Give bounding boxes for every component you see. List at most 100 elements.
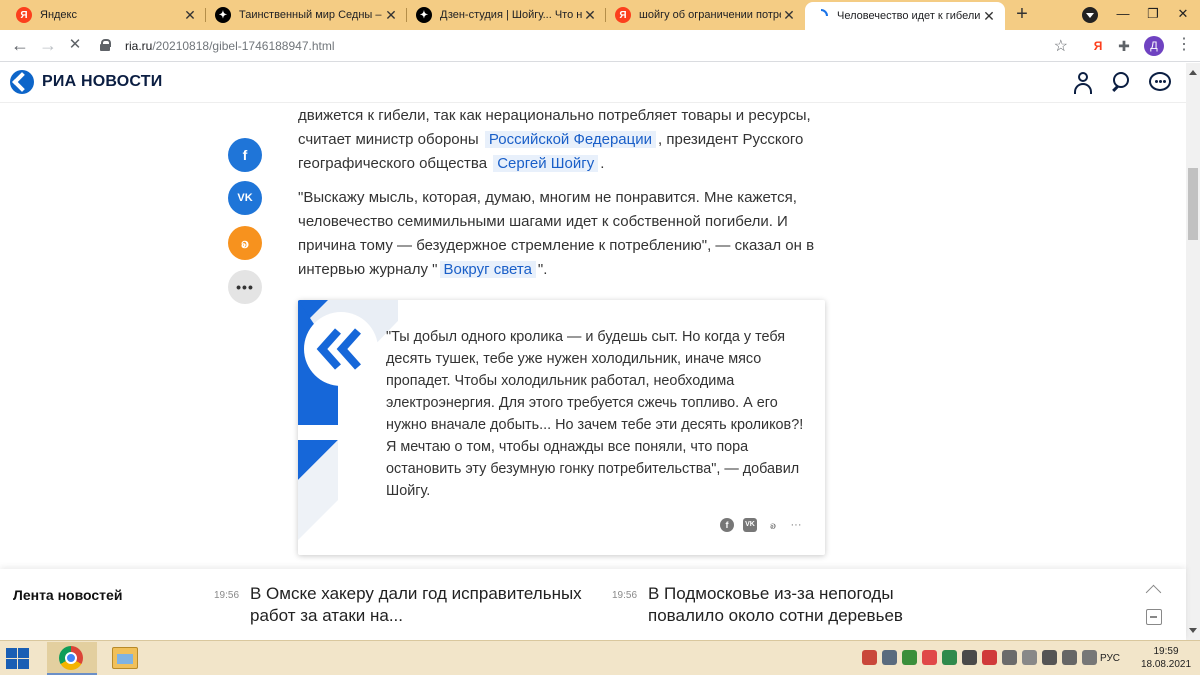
odnoklassniki-icon[interactable]: ꭷ <box>766 518 780 532</box>
tray-icon[interactable] <box>1042 650 1057 665</box>
tab-title: Дзен-студия | Шойгу... Что на <box>440 9 582 21</box>
vk-icon[interactable]: VK <box>743 518 757 532</box>
news-time: 19:56 <box>612 590 638 601</box>
close-window-button[interactable]: ✕ <box>1165 0 1200 30</box>
share-odnoklassniki-button[interactable]: ꭷ <box>228 226 262 260</box>
system-tray <box>862 650 1097 665</box>
zen-icon: ✦ <box>416 7 432 23</box>
tab-yandex-search[interactable]: Я шойгу об ограничении потре ✕ <box>607 0 805 30</box>
new-tab-button[interactable]: + <box>1011 4 1033 26</box>
user-icon[interactable] <box>1071 71 1095 95</box>
tray-icon[interactable] <box>982 650 997 665</box>
paragraph-text: "Выскажу мысль, которая, думаю, многим н… <box>298 189 815 278</box>
back-button[interactable]: ← <box>8 34 32 58</box>
tray-icon[interactable] <box>902 650 917 665</box>
chrome-icon <box>59 646 83 670</box>
tray-icon[interactable] <box>922 650 937 665</box>
tab-search-button[interactable] <box>1082 7 1098 23</box>
more-icon: ••• <box>236 279 254 295</box>
tray-icon[interactable] <box>862 650 877 665</box>
ria-logo[interactable]: РИА НОВОСТИ <box>10 70 162 94</box>
article-paragraph: движется к гибели, так как нерационально… <box>298 104 828 176</box>
tab-title: шойгу об ограничении потре <box>639 9 781 21</box>
share-vk-button[interactable]: VK <box>228 181 262 215</box>
loading-icon <box>813 8 829 24</box>
quote-text: "Ты добыл одного кролика — и будешь сыт.… <box>386 329 804 499</box>
zen-icon: ✦ <box>215 7 231 23</box>
close-icon[interactable]: ✕ <box>383 7 399 24</box>
logo-text: РИА НОВОСТИ <box>42 73 163 90</box>
windows-taskbar: РУС 19:59 18.08.2021 <box>0 640 1200 675</box>
article-paragraph: "Выскажу мысль, которая, думаю, многим н… <box>298 186 828 282</box>
tray-icon[interactable] <box>1022 650 1037 665</box>
lock-icon[interactable] <box>100 39 111 51</box>
news-time: 19:56 <box>214 590 240 601</box>
close-icon[interactable]: ✕ <box>781 7 797 24</box>
share-facebook-button[interactable]: f <box>228 138 262 172</box>
tray-icon[interactable] <box>1002 650 1017 665</box>
profile-avatar[interactable]: Д <box>1144 36 1164 56</box>
file-explorer-icon[interactable] <box>112 647 138 669</box>
article-body: движется к гибели, так как нерационально… <box>298 104 828 292</box>
extensions-puzzle-icon[interactable]: ✚ <box>1114 36 1134 56</box>
clock-date: 18.08.2021 <box>1140 659 1192 670</box>
browser-menu-icon[interactable]: ⋮ <box>1176 35 1192 55</box>
url-text: ria.ru/20210818/gibel-1746188947.html <box>125 39 335 53</box>
yandex-icon: Я <box>16 7 32 23</box>
taskbar-chrome-button[interactable] <box>47 642 97 675</box>
scroll-thumb[interactable] <box>1188 168 1198 240</box>
quote-icon <box>304 312 378 386</box>
more-icon[interactable]: ··· <box>789 518 803 532</box>
tab-sedna[interactable]: ✦ Таинственный мир Седны – с ✕ <box>207 0 407 30</box>
browser-tab-strip: Я Яндекс ✕ ✦ Таинственный мир Седны – с … <box>0 0 1200 30</box>
address-bar[interactable]: ria.ru/20210818/gibel-1746188947.html ☆ <box>90 33 1080 59</box>
share-more-button[interactable]: ••• <box>228 270 262 304</box>
news-ticker: Лента новостей 19:56 В Омске хакеру дали… <box>0 569 1186 640</box>
scroll-up-arrow[interactable] <box>1189 66 1197 75</box>
tray-icon[interactable] <box>882 650 897 665</box>
page-scrollbar[interactable] <box>1186 63 1200 640</box>
tray-icon[interactable] <box>942 650 957 665</box>
close-icon[interactable]: ✕ <box>981 8 997 25</box>
volume-icon[interactable] <box>1082 650 1097 665</box>
taskbar-clock[interactable]: 19:59 18.08.2021 <box>1136 645 1196 671</box>
windows-start-icon[interactable] <box>6 648 30 670</box>
yandex-icon: Я <box>615 7 631 23</box>
network-icon[interactable] <box>1062 650 1077 665</box>
ria-logo-icon <box>10 70 34 94</box>
yandex-extension-icon[interactable]: Я <box>1088 36 1108 56</box>
facebook-icon: f <box>242 147 248 163</box>
tab-title: Таинственный мир Седны – с <box>239 9 383 21</box>
news-item-headline[interactable]: В Омске хакеру дали год исправительных р… <box>250 583 590 627</box>
paragraph-text: ". <box>537 261 548 278</box>
chevron-up-icon[interactable] <box>1145 585 1163 595</box>
collapse-icon[interactable] <box>1146 609 1162 625</box>
close-icon[interactable]: ✕ <box>582 7 598 24</box>
tag-link-vokrug-sveta[interactable]: Вокруг света <box>439 261 536 278</box>
chat-icon[interactable] <box>1148 71 1172 95</box>
quote-card: "Ты добыл одного кролика — и будешь сыт.… <box>298 300 825 555</box>
paragraph-text: . <box>600 155 605 172</box>
ticker-title[interactable]: Лента новостей <box>13 587 122 603</box>
facebook-icon[interactable]: f <box>720 518 734 532</box>
close-icon[interactable]: ✕ <box>182 7 198 24</box>
tab-title: Человечество идет к гибели <box>837 10 981 22</box>
tag-link-sergey-shoigu[interactable]: Сергей Шойгу <box>493 155 599 172</box>
search-icon[interactable] <box>1110 71 1134 95</box>
browser-toolbar: ← → ✕ ria.ru/20210818/gibel-1746188947.h… <box>0 30 1200 62</box>
tab-zen-studio[interactable]: ✦ Дзен-студия | Шойгу... Что на ✕ <box>408 0 606 30</box>
vk-icon: VK <box>237 192 253 204</box>
tab-ria-active[interactable]: Человечество идет к гибели ✕ <box>805 2 1005 30</box>
news-item-headline[interactable]: В Подмосковье из-за непогоды повалило ок… <box>648 583 948 627</box>
odnoklassniki-icon: ꭷ <box>241 234 249 252</box>
site-header: РИА НОВОСТИ <box>0 63 1186 103</box>
tag-link-russian-federation[interactable]: Российской Федерации <box>484 131 657 148</box>
stop-button[interactable]: ✕ <box>63 34 87 58</box>
tray-icon[interactable] <box>962 650 977 665</box>
tab-yandex[interactable]: Я Яндекс ✕ <box>8 0 206 30</box>
scroll-down-arrow[interactable] <box>1189 628 1197 637</box>
forward-button[interactable]: → <box>36 34 60 58</box>
bookmark-star-icon[interactable]: ☆ <box>1054 36 1068 56</box>
clock-time: 19:59 <box>1153 646 1179 657</box>
input-language[interactable]: РУС <box>1100 653 1120 664</box>
